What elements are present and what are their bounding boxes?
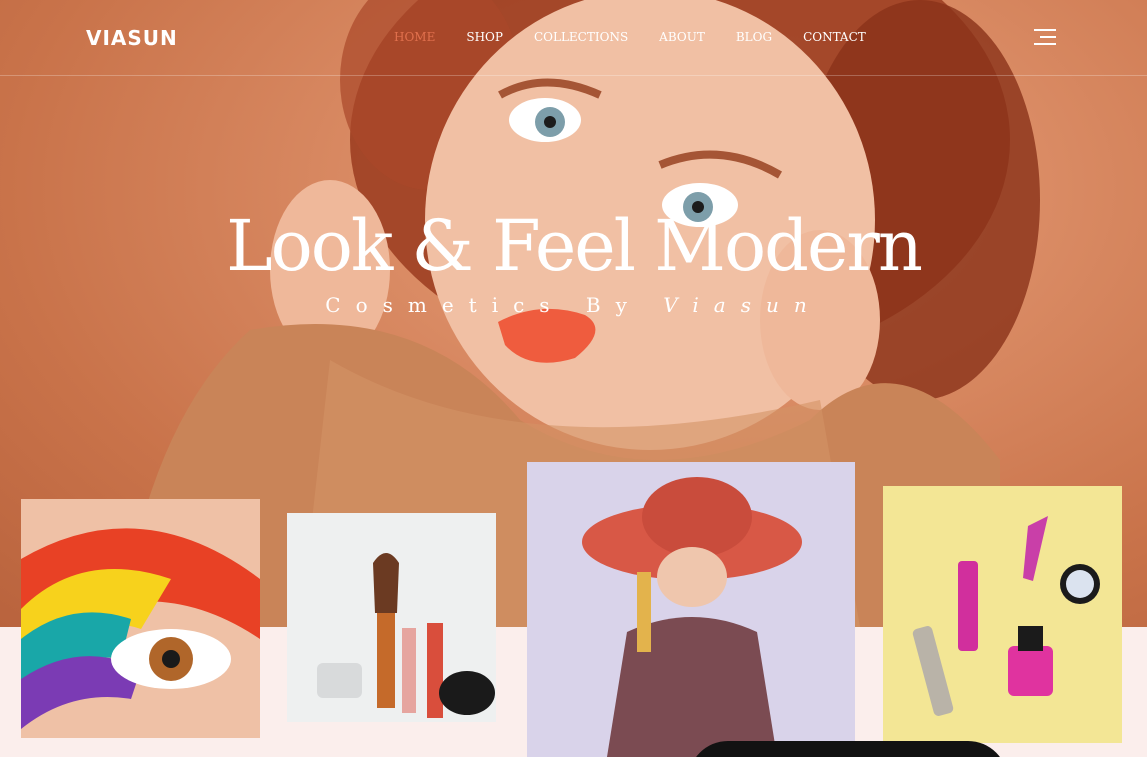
gallery-cosmetics-image[interactable] (287, 513, 496, 722)
hamburger-menu-icon[interactable] (1034, 29, 1056, 47)
main-nav: HOME SHOP COLLECTIONS ABOUT BLOG CONTACT (394, 30, 897, 44)
top-navbar: VIASUN HOME SHOP COLLECTIONS ABOUT BLOG … (0, 0, 1147, 76)
hero-subtitle-brand: Viasun (663, 293, 822, 317)
nav-link-contact[interactable]: CONTACT (803, 30, 866, 44)
nav-link-collections[interactable]: COLLECTIONS (534, 30, 628, 44)
nav-link-about[interactable]: ABOUT (659, 30, 705, 44)
hero-subtitle: Cosmetics By Viasun (0, 293, 1147, 317)
nav-link-blog[interactable]: BLOG (736, 30, 772, 44)
hero-title: Look & Feel Modern (226, 205, 923, 287)
brand-logo[interactable]: VIASUN (86, 26, 178, 50)
gallery-woman-hat-image[interactable] (527, 462, 855, 757)
nav-link-shop[interactable]: SHOP (466, 30, 503, 44)
floating-bottom-bar[interactable] (688, 741, 1008, 757)
gallery-makeup-flatlay-image[interactable] (883, 486, 1122, 743)
nav-link-home[interactable]: HOME (394, 30, 435, 44)
hero-subtitle-prefix: Cosmetics By (325, 293, 664, 317)
gallery-rainbow-eye-image[interactable] (21, 499, 260, 738)
